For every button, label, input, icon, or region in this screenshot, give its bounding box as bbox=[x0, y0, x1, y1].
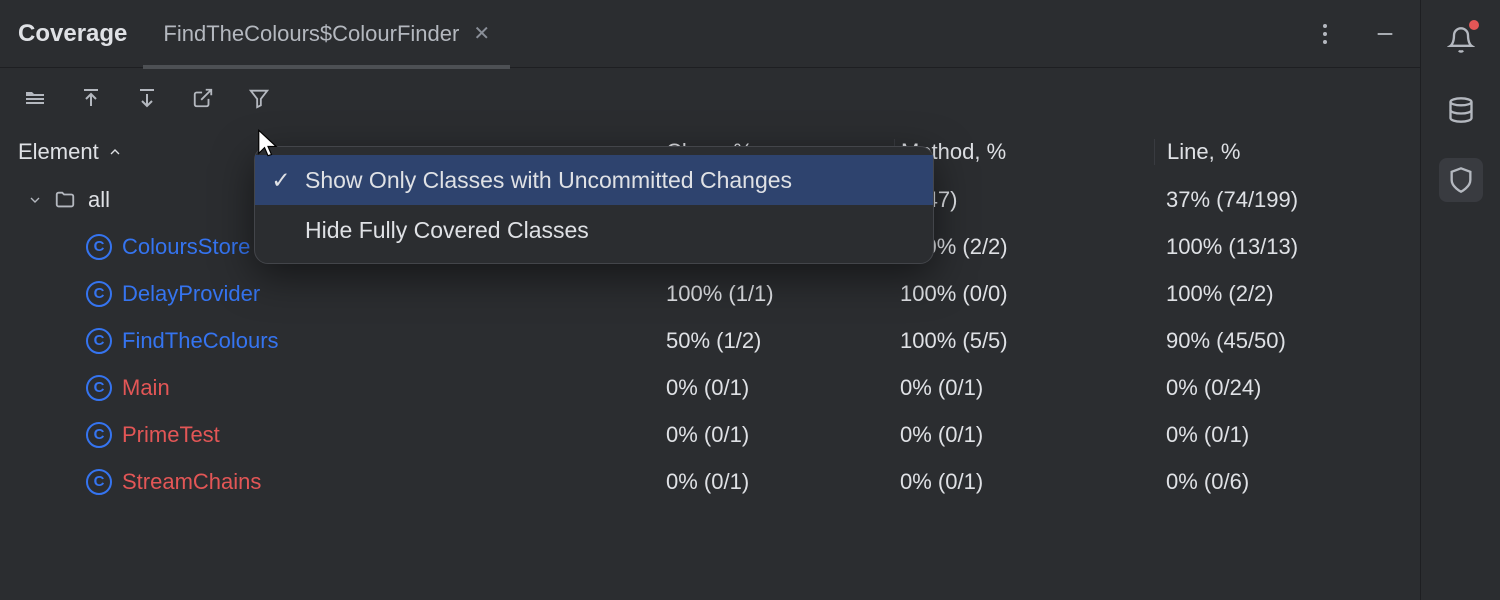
right-tool-strip bbox=[1420, 0, 1500, 600]
database-icon[interactable] bbox=[1439, 88, 1483, 132]
filter-popup: ✓ Show Only Classes with Uncommitted Cha… bbox=[254, 146, 934, 264]
line-pct: 100% (2/2) bbox=[1154, 281, 1394, 307]
chevron-down-icon[interactable] bbox=[18, 192, 52, 208]
class-pct: 0% (0/1) bbox=[660, 375, 894, 401]
method-pct: 0% (0/1) bbox=[894, 375, 1154, 401]
line-pct: 90% (45/50) bbox=[1154, 328, 1394, 354]
class-icon: C bbox=[86, 422, 112, 448]
close-icon[interactable]: ✕ bbox=[473, 21, 490, 46]
column-line[interactable]: Line, % bbox=[1154, 139, 1394, 165]
line-pct: 0% (0/1) bbox=[1154, 422, 1394, 448]
row-name: Main bbox=[122, 375, 170, 401]
coverage-panel: Coverage FindTheColours$ColourFinder ✕ bbox=[0, 0, 1420, 600]
method-pct: 0% (0/1) bbox=[894, 422, 1154, 448]
filter-icon[interactable] bbox=[242, 81, 276, 115]
panel-header: Coverage FindTheColours$ColourFinder ✕ bbox=[0, 0, 1420, 68]
class-pct: 50% (1/2) bbox=[660, 328, 894, 354]
toolbar bbox=[0, 68, 1420, 128]
class-pct: 100% (1/1) bbox=[660, 281, 894, 307]
column-element-label: Element bbox=[18, 139, 99, 165]
row-name: DelayProvider bbox=[122, 281, 260, 307]
table-row[interactable]: C PrimeTest 0% (0/1) 0% (0/1) 0% (0/1) bbox=[0, 411, 1420, 458]
method-pct: 100% (0/0) bbox=[894, 281, 1154, 307]
filter-option-label: Show Only Classes with Uncommitted Chang… bbox=[305, 167, 792, 194]
row-name: PrimeTest bbox=[122, 422, 220, 448]
class-pct: 0% (0/1) bbox=[660, 469, 894, 495]
panel-title: Coverage bbox=[18, 20, 127, 48]
minimize-icon[interactable] bbox=[1368, 17, 1402, 51]
class-icon: C bbox=[86, 328, 112, 354]
table-row[interactable]: C FindTheColours 50% (1/2) 100% (5/5) 90… bbox=[0, 317, 1420, 364]
row-name: all bbox=[88, 187, 110, 213]
class-icon: C bbox=[86, 469, 112, 495]
filter-option-hide-covered[interactable]: Hide Fully Covered Classes bbox=[255, 205, 933, 255]
method-pct: 100% (5/5) bbox=[894, 328, 1154, 354]
filter-option-uncommitted[interactable]: ✓ Show Only Classes with Uncommitted Cha… bbox=[255, 155, 933, 205]
notifications-icon[interactable] bbox=[1439, 18, 1483, 62]
row-name: ColoursStore bbox=[122, 234, 250, 260]
method-pct: 0% (0/1) bbox=[894, 469, 1154, 495]
class-pct: 0% (0/1) bbox=[660, 422, 894, 448]
line-pct: 0% (0/24) bbox=[1154, 375, 1394, 401]
shield-icon[interactable] bbox=[1439, 158, 1483, 202]
line-pct: 100% (13/13) bbox=[1154, 234, 1394, 260]
check-icon: ✓ bbox=[271, 167, 291, 194]
filter-option-label: Hide Fully Covered Classes bbox=[305, 217, 589, 244]
import-icon[interactable] bbox=[74, 81, 108, 115]
row-name: StreamChains bbox=[122, 469, 261, 495]
flatten-packages-icon[interactable] bbox=[18, 81, 52, 115]
line-pct: 0% (0/6) bbox=[1154, 469, 1394, 495]
kebab-menu-icon[interactable] bbox=[1308, 17, 1342, 51]
class-icon: C bbox=[86, 375, 112, 401]
notification-badge bbox=[1469, 20, 1479, 30]
class-icon: C bbox=[86, 281, 112, 307]
sort-asc-icon bbox=[107, 144, 123, 160]
folder-icon bbox=[52, 189, 78, 211]
export-icon[interactable] bbox=[130, 81, 164, 115]
row-name: FindTheColours bbox=[122, 328, 279, 354]
open-tab[interactable]: FindTheColours$ColourFinder ✕ bbox=[153, 0, 500, 68]
tab-label: FindTheColours$ColourFinder bbox=[163, 21, 459, 47]
table-row[interactable]: C StreamChains 0% (0/1) 0% (0/1) 0% (0/6… bbox=[0, 458, 1420, 505]
table-row[interactable]: C Main 0% (0/1) 0% (0/1) 0% (0/24) bbox=[0, 364, 1420, 411]
class-icon: C bbox=[86, 234, 112, 260]
open-external-icon[interactable] bbox=[186, 81, 220, 115]
line-pct: 37% (74/199) bbox=[1154, 187, 1394, 213]
table-row[interactable]: C DelayProvider 100% (1/1) 100% (0/0) 10… bbox=[0, 270, 1420, 317]
